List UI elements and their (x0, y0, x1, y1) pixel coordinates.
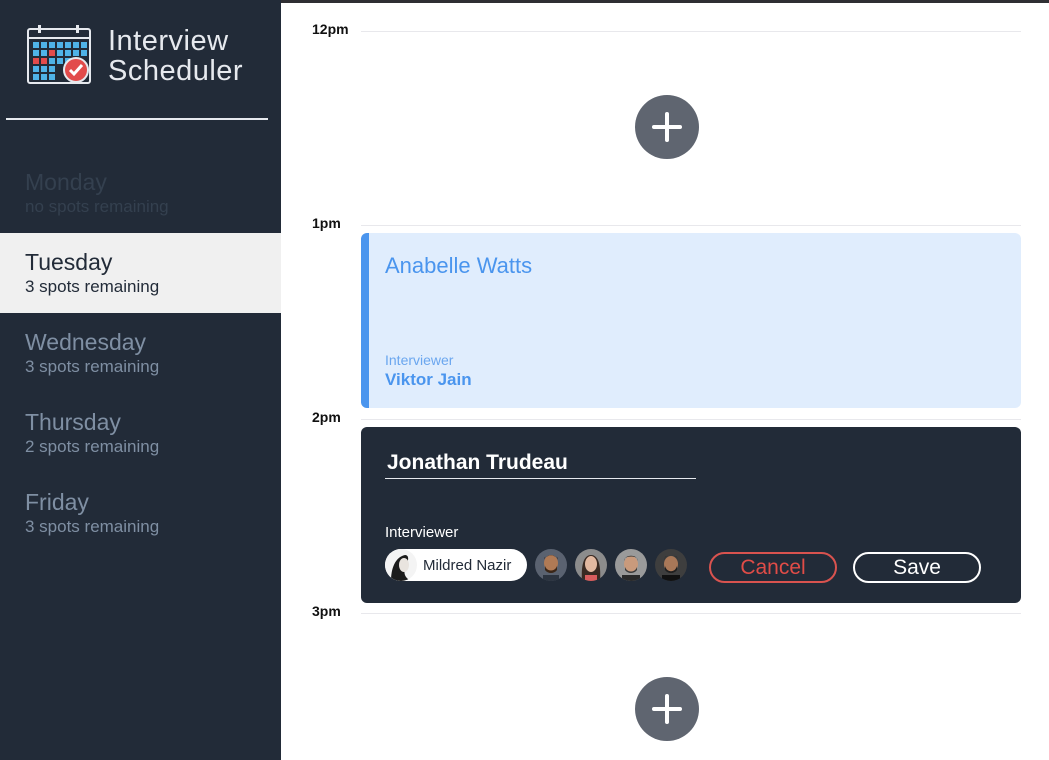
avatar (385, 549, 417, 581)
day-item-wednesday[interactable]: Wednesday 3 spots remaining (0, 313, 281, 393)
form-interviewer-label: Interviewer (385, 524, 459, 541)
slot-divider (361, 613, 1021, 614)
day-list: Monday no spots remaining Tuesday 3 spot… (0, 153, 281, 553)
day-spots: no spots remaining (25, 197, 169, 216)
slot-divider (361, 419, 1021, 420)
avatar[interactable] (535, 549, 568, 581)
save-button[interactable]: Save (853, 552, 981, 583)
calendar-check-icon (26, 24, 92, 86)
slot-divider (361, 225, 1021, 226)
app-title-line1: Interview (108, 25, 229, 57)
time-label: 1pm (312, 215, 341, 231)
day-name: Monday (25, 169, 107, 195)
time-label: 2pm (312, 409, 341, 425)
day-name: Wednesday (25, 329, 147, 355)
app-title: Interview Scheduler (108, 26, 243, 86)
interviewer-name: Mildred Nazir (423, 556, 512, 574)
avatar[interactable] (655, 549, 688, 581)
slot-header-2pm: 2pm (281, 409, 1021, 429)
cancel-button[interactable]: Cancel (709, 552, 837, 583)
day-item-tuesday[interactable]: Tuesday 3 spots remaining (0, 233, 281, 313)
appointment-interviewer-label: Interviewer (385, 352, 454, 368)
slot-header-3pm: 3pm (281, 603, 1021, 623)
add-appointment-button[interactable] (635, 95, 699, 159)
interviewer-list: Mildred Nazir (385, 549, 695, 581)
brand: Interview Scheduler (26, 24, 243, 86)
app-title-line2: Scheduler (108, 55, 244, 87)
avatar[interactable] (615, 549, 648, 581)
day-spots: 2 spots remaining (25, 437, 160, 456)
day-spots: 3 spots remaining (25, 517, 160, 536)
day-name: Thursday (25, 409, 121, 435)
day-name: Tuesday (25, 249, 113, 275)
day-name: Friday (25, 489, 89, 515)
day-spots: 3 spots remaining (25, 277, 160, 296)
add-appointment-button[interactable] (635, 677, 699, 741)
appointment-card[interactable]: Anabelle Watts Interviewer Viktor Jain (361, 233, 1021, 408)
slot-header-1pm: 1pm (281, 215, 1021, 235)
avatar[interactable] (575, 549, 608, 581)
day-item-monday[interactable]: Monday no spots remaining (0, 153, 281, 233)
schedule: 12pm 1pm Anabelle Watts Interviewer Vikt… (281, 0, 1049, 760)
time-label: 12pm (312, 21, 349, 37)
sidebar: Interview Scheduler Monday no spots rema… (0, 0, 281, 760)
student-name-input[interactable] (385, 447, 696, 479)
appointment-interviewer-name: Viktor Jain (385, 370, 472, 389)
interviewer-item-selected[interactable]: Mildred Nazir (385, 549, 528, 581)
appointment-student-name: Anabelle Watts (385, 253, 533, 278)
sidebar-divider (6, 118, 268, 120)
time-label: 3pm (312, 603, 341, 619)
appointment-form: Interviewer Mildred Nazir Cancel Save (361, 427, 1021, 603)
day-spots: 3 spots remaining (25, 357, 160, 376)
day-item-friday[interactable]: Friday 3 spots remaining (0, 473, 281, 553)
slot-header-12pm: 12pm (281, 21, 1021, 41)
day-item-thursday[interactable]: Thursday 2 spots remaining (0, 393, 281, 473)
slot-divider (361, 31, 1021, 32)
